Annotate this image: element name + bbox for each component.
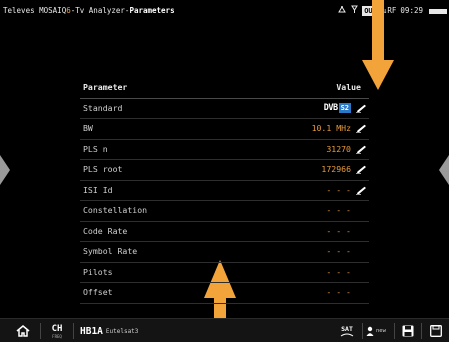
row-value: 31270 [326, 143, 351, 154]
row-value: - - - [326, 225, 351, 236]
signal-icon [351, 0, 359, 22]
edit-pencil-icon[interactable] [356, 124, 367, 133]
channel-selector[interactable]: HB1A Eutelsat3 [80, 319, 138, 342]
title-bar: Televes MOSAIQ6-Tv Analyzer-Parameters [3, 0, 175, 22]
column-header-parameter: Parameter [83, 82, 128, 92]
row-name: PLS n [83, 143, 108, 154]
edit-pencil-icon[interactable] [356, 145, 367, 154]
row-value: - - - [326, 184, 351, 195]
freq-label: FREQ [52, 333, 62, 339]
new-label: new [376, 328, 386, 334]
edit-pencil-icon[interactable] [356, 165, 367, 174]
table-row-standard[interactable]: Standard DVB S2 [80, 99, 369, 119]
tv-analyzer-screen: Televes MOSAIQ6-Tv Analyzer-Parameters O… [0, 0, 449, 342]
row-name: ISI Id [83, 184, 113, 195]
row-value: DVB S2 [324, 99, 351, 119]
table-row-code-rate: Code Rate - - - [80, 222, 369, 242]
previous-page-arrow-icon[interactable] [0, 155, 10, 185]
row-name: Pilots [83, 266, 113, 277]
next-page-arrow-icon[interactable] [439, 155, 449, 185]
row-name: Symbol Rate [83, 246, 138, 256]
row-name: Offset [83, 287, 113, 297]
row-value: - - - [326, 205, 351, 215]
row-value: - - - [326, 266, 351, 277]
bottom-toolbar: CH FREQ HB1A Eutelsat3 SAT new [0, 318, 449, 342]
divider [362, 323, 363, 339]
home-button[interactable] [14, 319, 32, 342]
table-row-offset: Offset - - - [80, 283, 369, 304]
column-header-value: Value [336, 82, 361, 92]
table-header: Parameter Value [80, 78, 369, 99]
divider [394, 323, 395, 339]
battery-icon [429, 8, 447, 14]
table-row-pls-n[interactable]: PLS n 31270 [80, 140, 369, 160]
divider [40, 323, 41, 339]
save-icon [402, 325, 414, 337]
divider [421, 323, 422, 339]
save-as-button[interactable] [428, 319, 444, 342]
row-value: 10.1 MHz [311, 123, 351, 133]
row-name: Standard [83, 102, 123, 113]
edit-pencil-icon[interactable] [356, 186, 367, 195]
channel-name: HB1A [80, 325, 103, 337]
sat-label: SAT [341, 325, 353, 333]
table-row-bw[interactable]: BW 10.1 MHz [80, 119, 369, 140]
row-value: - - - [326, 246, 351, 256]
satellite-dish-icon [338, 0, 347, 22]
table-row-constellation: Constellation - - - [80, 201, 369, 222]
table-row-pilots: Pilots - - - [80, 263, 369, 283]
row-name: Code Rate [83, 225, 128, 236]
sat-arrow-icon [340, 333, 354, 337]
user-icon [366, 326, 374, 336]
save-as-icon [430, 325, 442, 337]
row-name: Constellation [83, 205, 148, 215]
clock: 09:29 [400, 6, 423, 15]
new-user-button[interactable]: new [366, 319, 386, 342]
row-value: 172966 [321, 164, 351, 174]
parameters-table: Parameter Value Standard DVB S2 BW 10.1 M… [80, 78, 369, 304]
channel-frequency-button[interactable]: CH FREQ [46, 319, 68, 342]
satellite-name: Eutelsat3 [105, 327, 139, 335]
divider [73, 323, 74, 339]
table-row-symbol-rate: Symbol Rate - - - [80, 242, 369, 263]
table-row-pls-root[interactable]: PLS root 172966 [80, 160, 369, 181]
row-value: - - - [326, 287, 351, 297]
app-name: Tv Analyzer [75, 6, 125, 15]
row-name: BW [83, 123, 93, 133]
brand-name: Televes MOSAIQ [3, 6, 67, 15]
row-name: PLS root [83, 164, 123, 174]
save-button[interactable] [400, 319, 416, 342]
dvb-s2-logo: DVB S2 [323, 102, 351, 114]
ch-label: CH [51, 323, 63, 334]
home-icon [16, 325, 30, 337]
table-row-isi-id[interactable]: ISI Id - - - [80, 181, 369, 201]
sat-button[interactable]: SAT [336, 319, 358, 342]
page-title: Parameters [129, 6, 175, 15]
edit-pencil-icon[interactable] [356, 104, 367, 113]
